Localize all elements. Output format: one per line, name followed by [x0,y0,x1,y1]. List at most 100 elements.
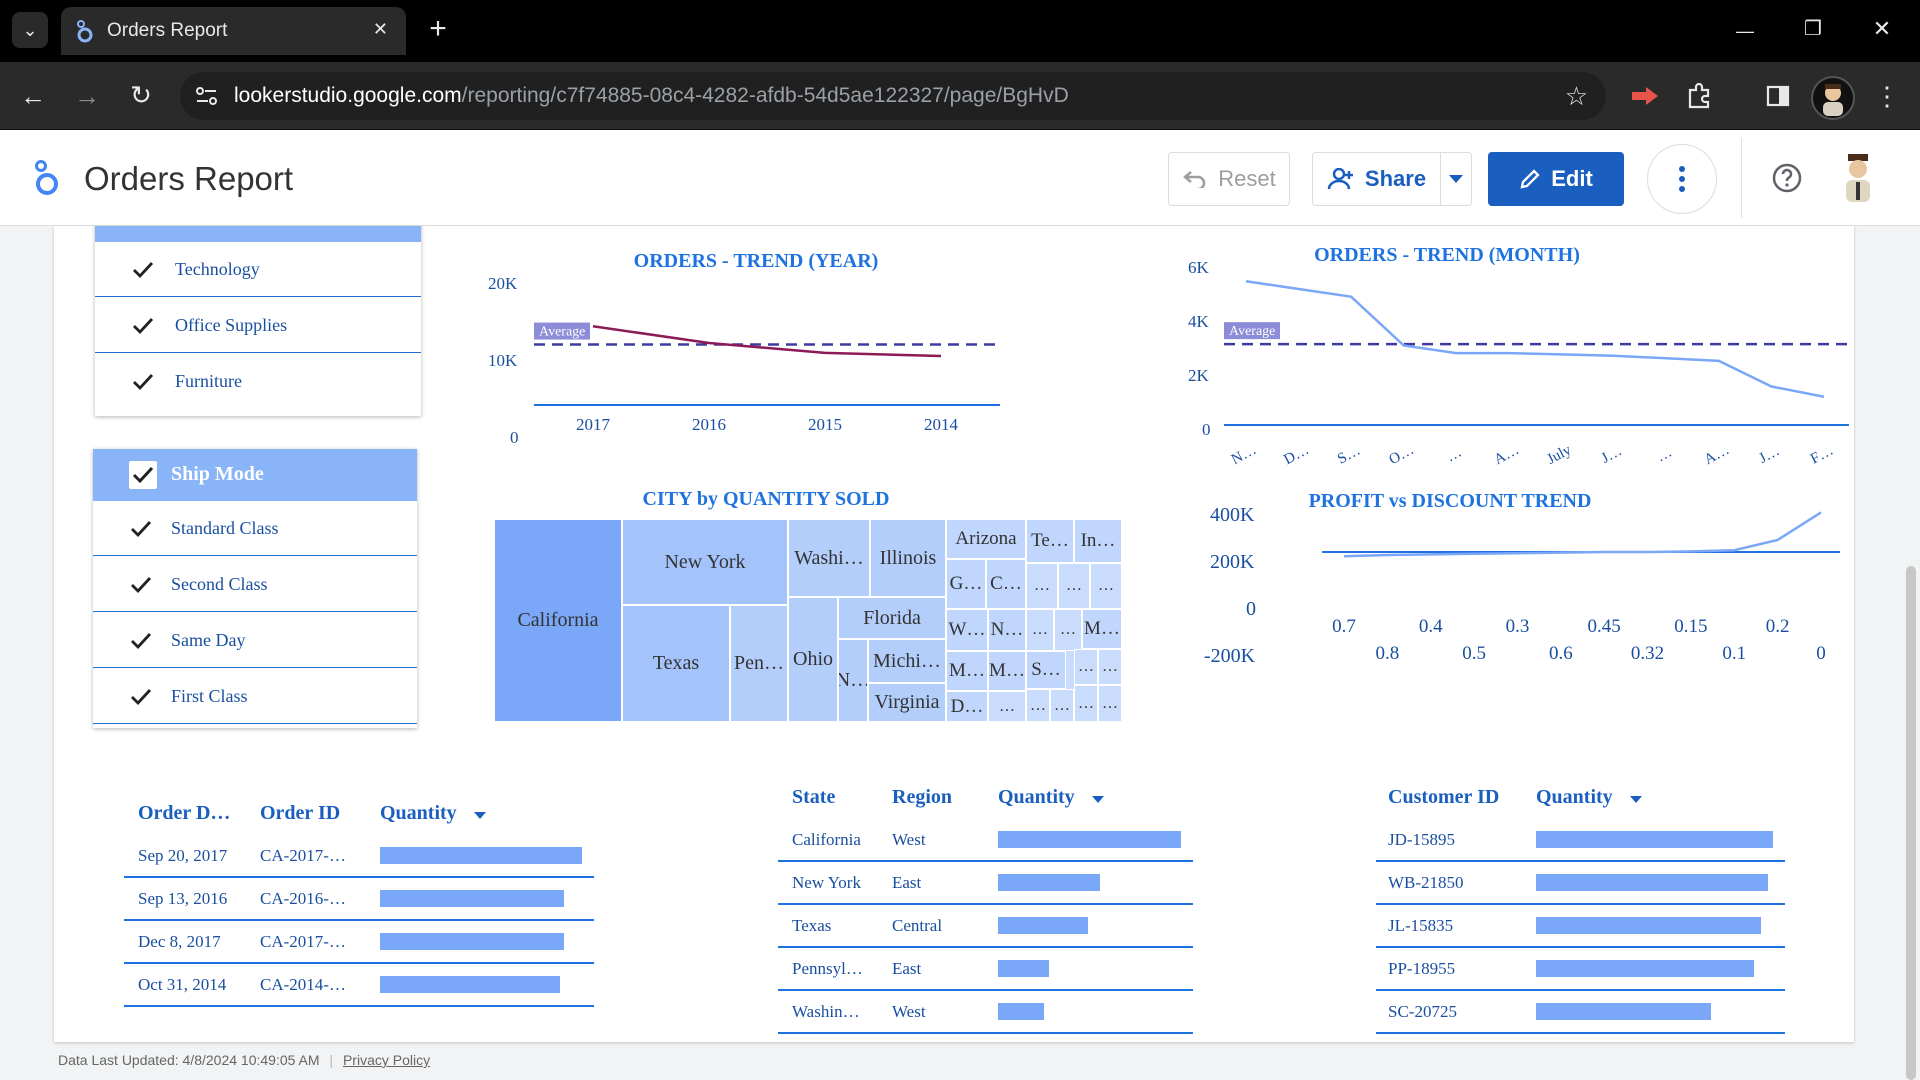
treemap-cell[interactable]: In… [1074,519,1122,563]
user-avatar[interactable] [1838,152,1878,204]
filter-option-label: First Class [171,686,248,706]
treemap-cell-small[interactable]: … [1026,563,1058,609]
x-tick-label: 0.8 [1375,643,1399,664]
reload-icon[interactable]: ↻ [126,82,156,108]
column-header[interactable]: Order D… [138,802,230,825]
back-icon[interactable]: ← [18,83,48,109]
browser-tab[interactable]: Orders Report ✕ [61,7,406,55]
month-trend-chart[interactable]: Average N… D… S… O… … A… July J… … A… J… F… [1224,261,1854,501]
treemap-cell-small[interactable]: … [1074,685,1098,722]
treemap-cell-small[interactable]: … [1026,609,1054,651]
forward-icon[interactable]: → [72,83,102,109]
filter-option[interactable]: Furniture [95,354,421,409]
filter-option[interactable]: Technology [95,242,421,297]
treemap-cell[interactable]: S… [1026,651,1066,689]
pencil-icon [1520,169,1540,189]
x-tick-label: … [1654,444,1675,465]
treemap-cell-small[interactable]: … [1054,609,1082,651]
treemap-cell-small[interactable]: … [1050,689,1074,722]
report-canvas: Technology Office Supplies Furniture Shi… [0,226,1920,1080]
treemap-cell[interactable]: M… [988,651,1026,691]
treemap-cell-small[interactable]: … [1098,685,1122,722]
table-cell: Sep 13, 2016 [138,889,228,908]
window-restore-icon[interactable]: ❐ [1793,16,1833,42]
treemap-cell[interactable]: C… [986,559,1026,609]
treemap-cell[interactable]: Virginia [868,683,946,722]
treemap-cell-small[interactable]: … [1090,563,1122,609]
treemap-cell[interactable]: G… [946,559,986,609]
treemap-cell[interactable]: W… [946,609,988,651]
treemap-cell-small[interactable]: … [1074,649,1098,685]
treemap-cell[interactable]: M… [1082,609,1122,649]
window-close-icon[interactable]: ✕ [1862,16,1902,42]
table-cell: SC-20725 [1388,1002,1457,1021]
column-header[interactable]: Region [892,786,952,809]
edit-button[interactable]: Edit [1488,152,1624,206]
tab-search-dropdown-icon[interactable]: ⌄ [12,12,48,48]
filter-option[interactable]: First Class [93,669,417,724]
x-tick-label: A… [1702,442,1732,468]
treemap-cell[interactable]: Te… [1026,519,1074,563]
browser-menu-icon[interactable]: ⋮ [1872,83,1902,109]
tab-close-icon[interactable]: ✕ [373,19,388,40]
ship-mode-filter-header[interactable]: Ship Mode [93,449,417,501]
treemap-cell[interactable]: New York [622,519,788,605]
site-settings-icon[interactable] [194,84,220,108]
profit-discount-chart[interactable]: 0.7 0.8 0.4 0.5 0.3 0.6 0.45 0.32 0.15 0.1 0.2 0 [1254,496,1854,706]
column-header[interactable]: Quantity [380,802,457,825]
filter-option[interactable]: Standard Class [93,501,417,556]
help-icon[interactable] [1771,162,1803,194]
sort-desc-icon[interactable] [1092,796,1104,804]
treemap-cell[interactable]: N… [988,609,1026,651]
treemap-cell[interactable]: D… [946,691,988,722]
column-header[interactable]: Order ID [260,802,340,825]
more-options-button[interactable] [1647,144,1717,214]
year-trend-chart[interactable]: Average 2017 2016 2015 2014 [534,276,1174,476]
quantity-bar [1536,1003,1712,1020]
extensions-puzzle-icon[interactable] [1686,82,1714,110]
treemap-cell-small[interactable]: … [988,691,1026,722]
window-minimize-icon[interactable]: — [1725,18,1765,44]
treemap-cell[interactable]: Arizona [946,519,1026,559]
reset-button[interactable]: Reset [1168,152,1290,206]
treemap-cell[interactable]: Florida [838,597,946,639]
treemap-cell[interactable]: M… [946,651,988,691]
column-header[interactable]: State [792,786,835,809]
column-header[interactable]: Quantity [1536,786,1613,809]
privacy-policy-link[interactable]: Privacy Policy [343,1052,430,1068]
report-title[interactable]: Orders Report [84,160,293,198]
sort-desc-icon[interactable] [474,812,486,820]
filter-option[interactable]: Office Supplies [95,298,421,353]
treemap-cell[interactable]: Pen… [730,605,788,722]
treemap-cell[interactable]: Texas [622,605,730,722]
treemap-cell[interactable]: Michi… [868,639,946,683]
share-dropdown-button[interactable] [1440,152,1472,206]
city-treemap[interactable]: California New York Texas Pen… Washi… Illinoi… [494,519,1122,722]
new-tab-icon[interactable]: + [420,14,456,46]
column-header[interactable]: Quantity [998,786,1075,809]
quantity-bar [998,917,1088,934]
category-filter-header[interactable] [95,226,421,242]
select-all-checkbox[interactable] [129,461,157,489]
bookmark-star-icon[interactable]: ☆ [1565,81,1588,112]
table-cell: Oct 31, 2014 [138,975,227,994]
canvas-scrollbar[interactable] [1906,566,1916,1080]
treemap-cell[interactable]: N… [838,639,868,722]
treemap-cell[interactable]: California [494,519,622,722]
filter-option[interactable]: Same Day [93,613,417,668]
sort-desc-icon[interactable] [1630,796,1642,804]
treemap-cell[interactable]: Washi… [788,519,870,597]
treemap-cell-small[interactable]: … [1098,649,1122,685]
filter-option[interactable]: Second Class [93,557,417,612]
treemap-cell-small[interactable]: … [1058,563,1090,609]
checkbox-checked-icon [133,318,154,335]
treemap-cell[interactable]: Ohio [788,597,838,722]
share-button[interactable]: Share [1312,152,1440,206]
extension-icon[interactable] [1630,84,1660,108]
profile-avatar[interactable] [1811,76,1855,120]
side-panel-icon[interactable] [1766,84,1790,108]
column-header[interactable]: Customer ID [1388,786,1499,809]
treemap-cell-small[interactable]: … [1026,689,1050,722]
url-omnibox[interactable]: lookerstudio.google.com/reporting/c7f748… [180,72,1606,120]
treemap-cell[interactable]: Illinois [870,519,946,597]
